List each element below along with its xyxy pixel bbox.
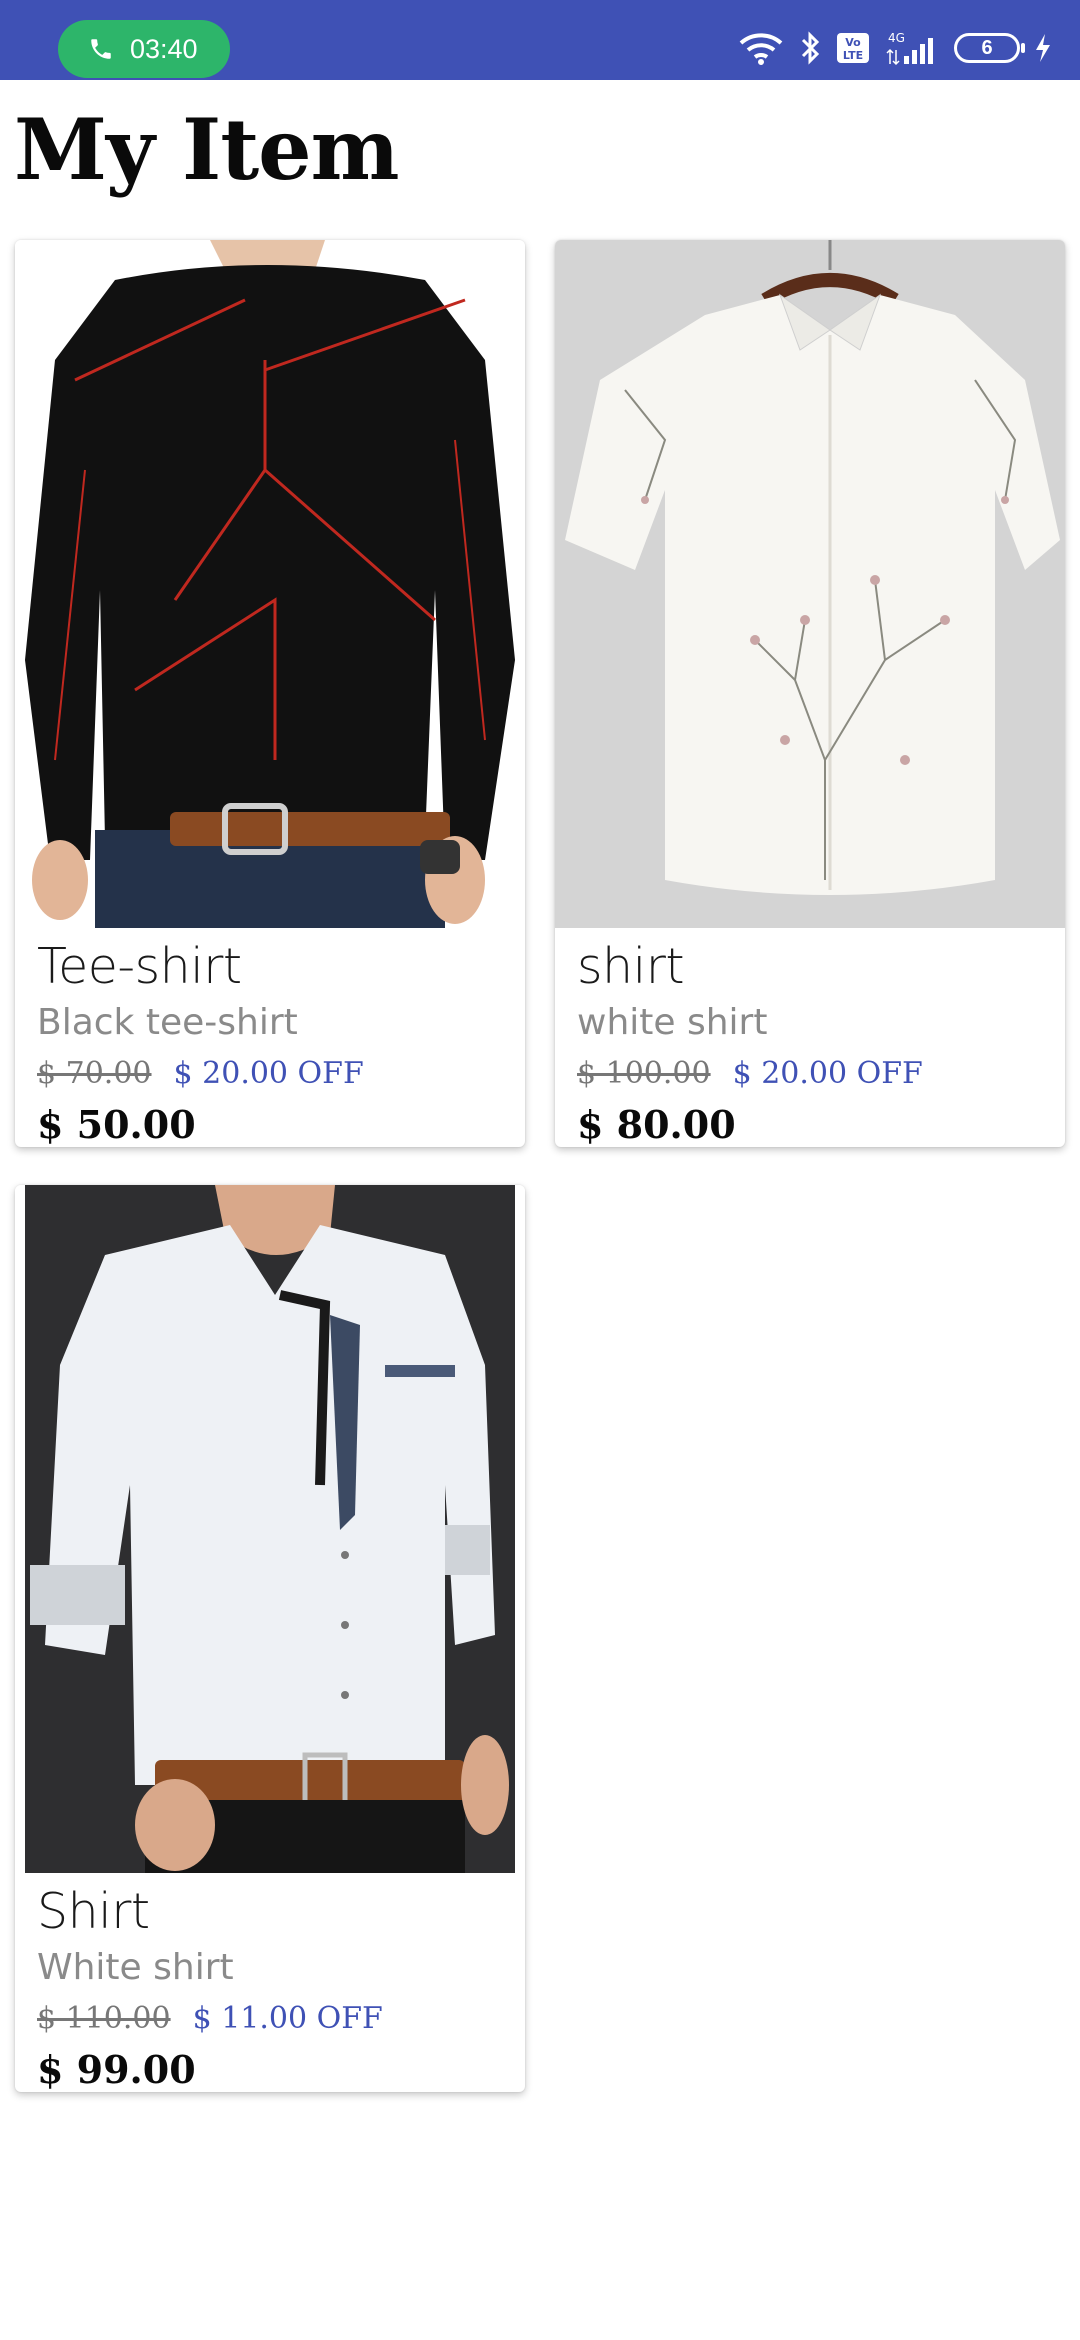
price-row: $ 70.00 $ 20.00 OFF (37, 1056, 364, 1091)
battery-level: 6 (981, 36, 993, 59)
ongoing-call-chip[interactable]: 03:40 (58, 20, 230, 78)
call-timer: 03:40 (130, 33, 198, 64)
product-image[interactable] (555, 240, 1065, 928)
status-bar: 03:40 Vo LTE 4G 6 (0, 0, 1080, 80)
white-floral-shirt-image (555, 240, 1065, 928)
price-row: $ 110.00 $ 11.00 OFF (37, 2001, 383, 2036)
product-subtitle: White shirt (37, 1947, 234, 1988)
product-card[interactable]: Tee-shirt Black tee-shirt $ 70.00 $ 20.0… (15, 240, 525, 1147)
product-image[interactable] (15, 1185, 525, 1873)
product-title: Tee-shirt (37, 938, 242, 995)
original-price: $ 70.00 (37, 1056, 152, 1091)
white-shirt-model-image (15, 1185, 525, 1873)
svg-text:4G: 4G (888, 31, 905, 45)
product-card[interactable]: Shirt White shirt $ 110.00 $ 11.00 OFF $… (15, 1185, 525, 2092)
final-price: $ 80.00 (577, 1102, 736, 1147)
price-row: $ 100.00 $ 20.00 OFF (577, 1056, 923, 1091)
page-title: My Item (14, 100, 399, 199)
final-price: $ 50.00 (37, 1102, 196, 1147)
original-price: $ 100.00 (577, 1056, 711, 1091)
svg-text:Vo: Vo (845, 36, 861, 49)
product-subtitle: white shirt (577, 1002, 768, 1043)
product-subtitle: Black tee-shirt (37, 1002, 298, 1043)
discount-label: $ 11.00 OFF (192, 2001, 383, 2036)
phone-icon (91, 39, 111, 59)
final-price: $ 99.00 (37, 2047, 196, 2092)
charging-icon (1036, 34, 1050, 62)
discount-label: $ 20.00 OFF (732, 1056, 923, 1091)
volte-icon: Vo LTE (837, 33, 869, 63)
product-image[interactable] (15, 240, 525, 928)
svg-text:LTE: LTE (843, 49, 863, 62)
signal-icon: 4G (886, 31, 933, 66)
discount-label: $ 20.00 OFF (173, 1056, 364, 1091)
original-price: $ 110.00 (37, 2001, 171, 2036)
bluetooth-icon (801, 31, 820, 65)
product-title: Shirt (37, 1883, 150, 1940)
battery-icon: 6 (954, 33, 1025, 63)
product-title: shirt (577, 938, 685, 995)
product-card[interactable]: shirt white shirt $ 100.00 $ 20.00 OFF $… (555, 240, 1065, 1147)
black-tee-shirt-image (15, 240, 525, 928)
wifi-icon (739, 33, 783, 65)
status-icons: Vo LTE 4G 6 (738, 28, 1052, 68)
